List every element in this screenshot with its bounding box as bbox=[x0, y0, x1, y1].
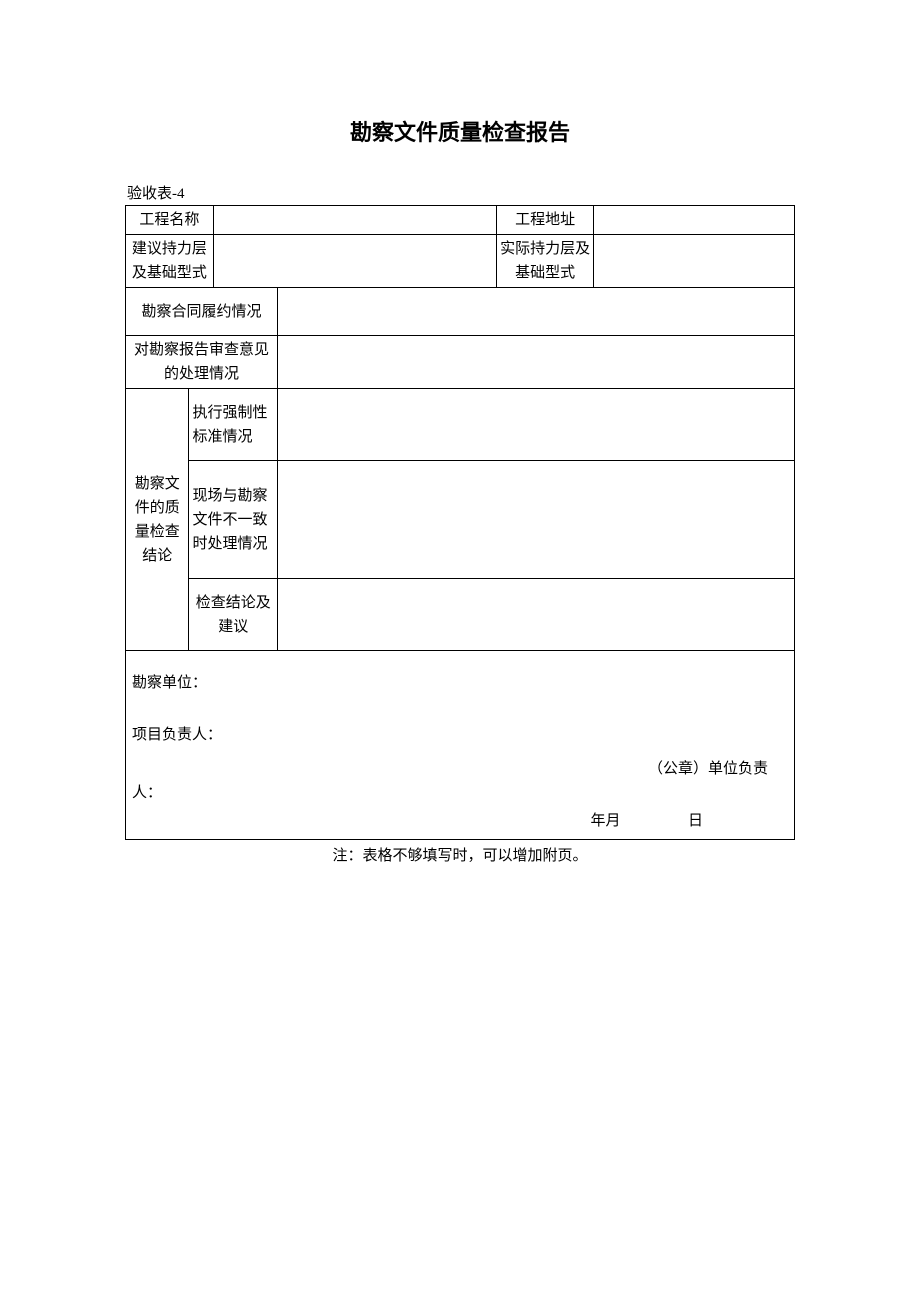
value-project-name[interactable] bbox=[213, 206, 496, 235]
document-title: 勘察文件质量检查报告 bbox=[125, 115, 795, 147]
row-inconsistency: 现场与勘察文件不一致时处理情况 bbox=[126, 461, 795, 579]
footnote: 注：表格不够填写时，可以增加附页。 bbox=[125, 844, 795, 865]
value-conclusion-suggestion[interactable] bbox=[278, 579, 795, 651]
inspection-table: 工程名称 工程地址 建议持力层及基础型式 实际持力层及基础型式 勘察合同履约情况… bbox=[125, 205, 795, 840]
label-conclusion-suggestion: 检查结论及建议 bbox=[189, 579, 278, 651]
row-footer: 勘察单位： 项目负责人： （公章）单位负责 人： 年月 日 bbox=[126, 651, 795, 840]
label-review-handling: 对勘察报告审查意见的处理情况 bbox=[126, 336, 278, 389]
row-contract: 勘察合同履约情况 bbox=[126, 288, 795, 336]
row-review: 对勘察报告审查意见的处理情况 bbox=[126, 336, 795, 389]
label-inconsistency: 现场与勘察文件不一致时处理情况 bbox=[189, 461, 278, 579]
row-project: 工程名称 工程地址 bbox=[126, 206, 795, 235]
row-mandatory-standards: 勘察文件的质量检查结论 执行强制性标准情况 bbox=[126, 389, 795, 461]
value-actual-layer[interactable] bbox=[594, 235, 795, 288]
label-suggested-layer: 建议持力层及基础型式 bbox=[126, 235, 214, 288]
label-project-address: 工程地址 bbox=[496, 206, 594, 235]
row-conclusion-suggestion: 检查结论及建议 bbox=[126, 579, 795, 651]
date-line: 年月 日 bbox=[132, 809, 788, 833]
value-inconsistency[interactable] bbox=[278, 461, 795, 579]
seal-label: （公章）单位负责 bbox=[648, 761, 768, 777]
value-review-handling[interactable] bbox=[278, 336, 795, 389]
label-quality-conclusion: 勘察文件的质量检查结论 bbox=[126, 389, 189, 651]
value-project-address[interactable] bbox=[594, 206, 795, 235]
label-actual-layer: 实际持力层及基础型式 bbox=[496, 235, 594, 288]
row-layer: 建议持力层及基础型式 实际持力层及基础型式 bbox=[126, 235, 795, 288]
value-suggested-layer[interactable] bbox=[213, 235, 496, 288]
label-mandatory-standards: 执行强制性标准情况 bbox=[189, 389, 278, 461]
document-page: 勘察文件质量检查报告 验收表-4 工程名称 工程地址 建议持力层及基础型式 实际… bbox=[0, 0, 920, 865]
person-suffix: 人： bbox=[132, 781, 788, 805]
footer-cell: 勘察单位： 项目负责人： （公章）单位负责 人： 年月 日 bbox=[126, 651, 795, 840]
survey-unit-label: 勘察单位： bbox=[132, 671, 788, 695]
day-label: 日 bbox=[688, 813, 703, 829]
value-contract-performance[interactable] bbox=[278, 288, 795, 336]
project-leader-label: 项目负责人： bbox=[132, 723, 788, 747]
seal-block: （公章）单位负责 bbox=[132, 757, 788, 781]
label-contract-performance: 勘察合同履约情况 bbox=[126, 288, 278, 336]
year-month-label: 年月 bbox=[590, 813, 620, 829]
value-mandatory-standards[interactable] bbox=[278, 389, 795, 461]
form-number: 验收表-4 bbox=[125, 182, 795, 203]
label-project-name: 工程名称 bbox=[126, 206, 214, 235]
